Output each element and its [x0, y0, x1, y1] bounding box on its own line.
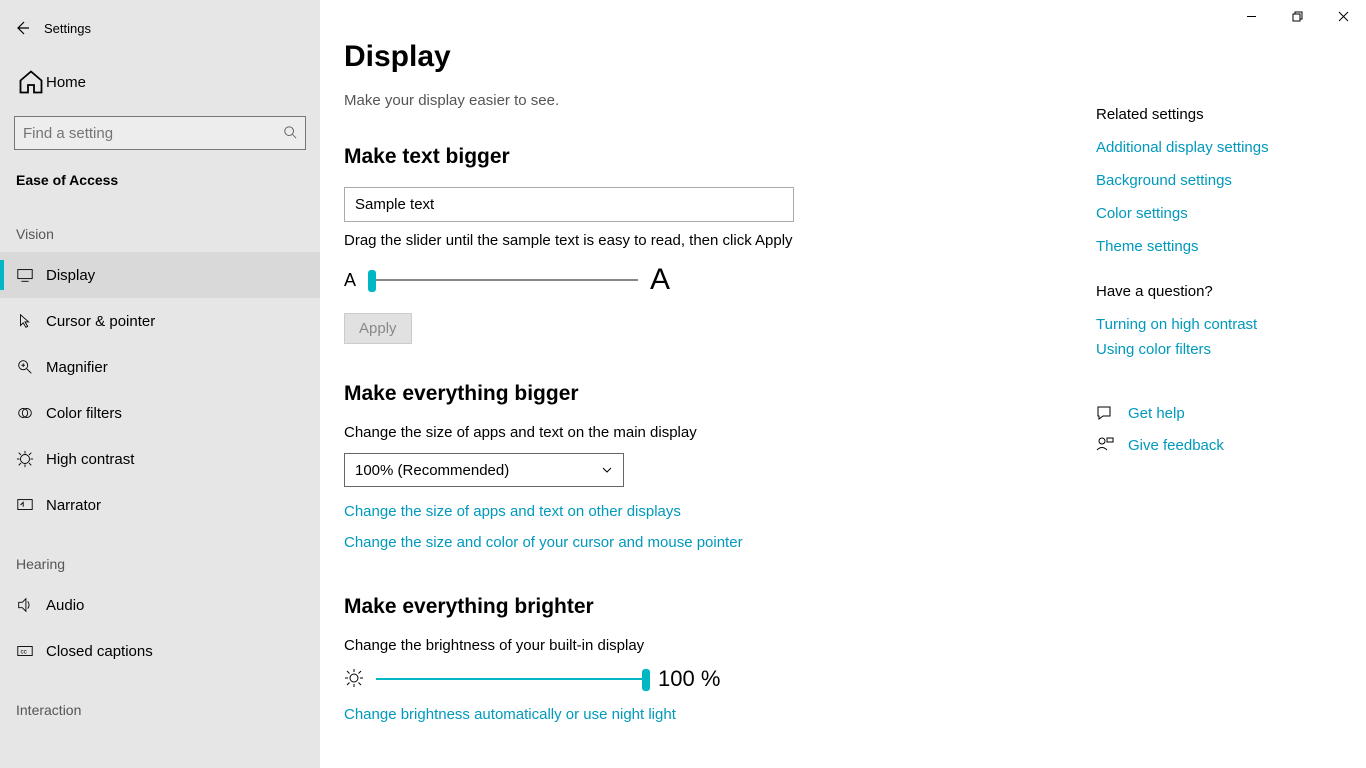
search-input[interactable] — [23, 125, 283, 142]
text-size-slider-thumb[interactable] — [368, 270, 376, 292]
question-header: Have a question? — [1096, 283, 1346, 300]
home-label: Home — [46, 74, 86, 91]
nav-cursor[interactable]: Cursor & pointer — [0, 298, 320, 344]
brightness-row: 100 % — [344, 666, 1072, 692]
nav-magnifier-label: Magnifier — [46, 359, 108, 376]
back-button[interactable] — [0, 20, 44, 36]
close-button[interactable] — [1320, 0, 1366, 32]
cursor-icon — [16, 312, 46, 330]
color-filters-icon — [16, 404, 46, 422]
nav-cursor-label: Cursor & pointer — [46, 313, 155, 330]
closed-captions-icon: cc — [16, 642, 46, 660]
small-a-label: A — [344, 270, 356, 291]
app-title: Settings — [44, 21, 91, 36]
section-make-text-bigger: Make text bigger — [344, 145, 1072, 169]
section-make-everything-bigger: Make everything bigger — [344, 382, 1072, 406]
right-column: Related settings Additional display sett… — [1096, 0, 1366, 768]
scale-dropdown-value: 100% (Recommended) — [355, 462, 509, 479]
scale-desc: Change the size of apps and text on the … — [344, 424, 1072, 441]
group-vision: Vision — [0, 198, 320, 252]
chevron-down-icon — [601, 464, 613, 476]
group-hearing: Hearing — [0, 528, 320, 582]
sidebar: Settings Home Ease of Access Vision Disp… — [0, 0, 320, 768]
link-turning-on-high-contrast[interactable]: Turning on high contrast — [1096, 316, 1346, 333]
scale-dropdown[interactable]: 100% (Recommended) — [344, 453, 624, 487]
big-a-label: A — [650, 263, 670, 297]
audio-icon — [16, 596, 46, 614]
section-make-everything-brighter: Make everything brighter — [344, 595, 1072, 619]
display-icon — [16, 266, 46, 284]
nav-closed-captions[interactable]: cc Closed captions — [0, 628, 320, 674]
link-other-displays[interactable]: Change the size of apps and text on othe… — [344, 503, 1072, 520]
get-help-label: Get help — [1128, 405, 1185, 422]
brightness-value: 100 % — [658, 666, 720, 692]
page-subtitle: Make your display easier to see. — [344, 92, 1072, 109]
nav-high-contrast-label: High contrast — [46, 451, 134, 468]
narrator-icon — [16, 496, 46, 514]
home-nav[interactable]: Home — [0, 60, 320, 104]
get-help-row[interactable]: Get help — [1096, 404, 1346, 422]
sample-text-box: Sample text — [344, 187, 794, 222]
give-feedback-row[interactable]: Give feedback — [1096, 436, 1346, 454]
category-header: Ease of Access — [0, 150, 320, 198]
nav-color-filters[interactable]: Color filters — [0, 390, 320, 436]
page-title: Display — [344, 40, 1072, 74]
text-size-slider-row: A A — [344, 263, 1072, 297]
give-feedback-label: Give feedback — [1128, 437, 1224, 454]
brightness-icon — [344, 668, 364, 691]
nav-closed-captions-label: Closed captions — [46, 643, 153, 660]
main-area: Display Make your display easier to see.… — [320, 0, 1366, 768]
search-box[interactable] — [14, 116, 306, 150]
back-arrow-icon — [14, 20, 30, 36]
magnifier-icon — [16, 358, 46, 376]
feedback-icon — [1096, 436, 1114, 454]
nav-display-label: Display — [46, 267, 95, 284]
nav-magnifier[interactable]: Magnifier — [0, 344, 320, 390]
help-icon — [1096, 404, 1114, 422]
titlebar-left: Settings — [0, 8, 320, 48]
content: Display Make your display easier to see.… — [320, 0, 1096, 768]
group-interaction: Interaction — [0, 674, 320, 728]
nav-audio-label: Audio — [46, 597, 84, 614]
window-controls — [1228, 0, 1366, 32]
link-color-settings[interactable]: Color settings — [1096, 205, 1346, 222]
nav-color-filters-label: Color filters — [46, 405, 122, 422]
nav-audio[interactable]: Audio — [0, 582, 320, 628]
home-icon — [16, 67, 46, 97]
link-theme-settings[interactable]: Theme settings — [1096, 238, 1346, 255]
svg-text:cc: cc — [21, 649, 27, 656]
high-contrast-icon — [16, 450, 46, 468]
nav-high-contrast[interactable]: High contrast — [0, 436, 320, 482]
brightness-slider-thumb[interactable] — [642, 669, 650, 691]
nav-display[interactable]: Display — [0, 252, 320, 298]
brightness-slider[interactable] — [376, 678, 646, 680]
minimize-button[interactable] — [1228, 0, 1274, 32]
search-wrap — [14, 116, 306, 150]
link-cursor-size[interactable]: Change the size and color of your cursor… — [344, 534, 1072, 551]
link-additional-display[interactable]: Additional display settings — [1096, 139, 1346, 156]
brightness-desc: Change the brightness of your built-in d… — [344, 637, 1072, 654]
apply-button: Apply — [344, 313, 412, 344]
link-night-light[interactable]: Change brightness automatically or use n… — [344, 706, 1072, 723]
related-settings-header: Related settings — [1096, 106, 1346, 123]
maximize-button[interactable] — [1274, 0, 1320, 32]
link-background-settings[interactable]: Background settings — [1096, 172, 1346, 189]
search-icon — [283, 125, 297, 142]
nav-narrator[interactable]: Narrator — [0, 482, 320, 528]
link-using-color-filters[interactable]: Using color filters — [1096, 341, 1346, 358]
text-size-slider[interactable] — [368, 279, 638, 281]
text-slider-desc: Drag the slider until the sample text is… — [344, 232, 1072, 249]
nav-narrator-label: Narrator — [46, 497, 101, 514]
